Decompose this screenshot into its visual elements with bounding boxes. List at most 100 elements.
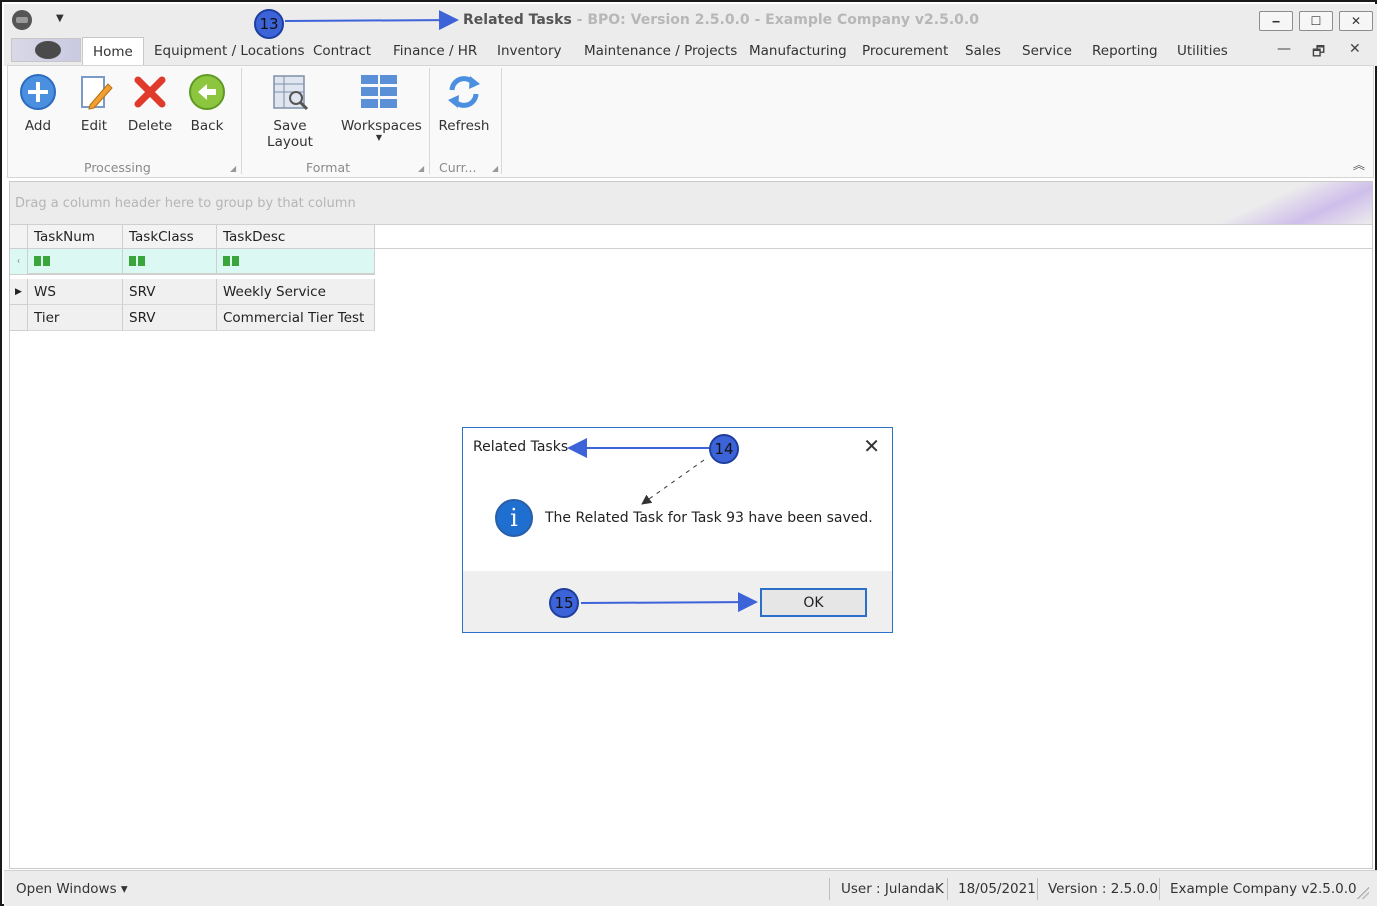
- maximize-button[interactable]: ☐: [1299, 11, 1333, 31]
- ribbon-tabs: Home Equipment / Locations Contract Fina…: [4, 36, 1377, 66]
- table-cell[interactable]: Weekly Service: [217, 279, 375, 305]
- current-dialog-launcher-icon[interactable]: ◢: [492, 164, 498, 173]
- ribbon-panel: Add Edit Delete Back Processing ◢ Save L…: [7, 65, 1374, 178]
- text-filter-icon: [222, 256, 242, 268]
- filter-cell-taskclass[interactable]: [123, 249, 217, 275]
- dialog-title: Related Tasks: [473, 439, 569, 455]
- dialog-message: The Related Task for Task 93 have been s…: [545, 510, 873, 526]
- window-title-sub: - BPO: Version 2.5.0.0 - Example Company…: [571, 12, 979, 28]
- mdi-minimize-button[interactable]: —: [1277, 41, 1291, 57]
- add-button[interactable]: Add: [18, 72, 58, 134]
- status-date: 18/05/2021: [958, 881, 1036, 897]
- status-separator: [1037, 878, 1038, 900]
- dialog-footer: OK: [463, 571, 892, 632]
- group-by-panel[interactable]: Drag a column header here to group by th…: [10, 182, 1372, 224]
- add-icon: [18, 72, 58, 112]
- open-windows-dropdown[interactable]: Open Windows ▾: [16, 881, 128, 897]
- group-by-hint: Drag a column header here to group by th…: [15, 196, 356, 211]
- mdi-close-button[interactable]: ✕: [1349, 41, 1361, 57]
- workspaces-label: Workspaces: [341, 118, 422, 134]
- workspaces-icon: [359, 72, 399, 112]
- refresh-icon: [444, 72, 484, 112]
- save-layout-button[interactable]: Save Layout: [250, 72, 330, 150]
- mdi-restore-button[interactable]: 🗗: [1312, 41, 1325, 65]
- quick-access-dropdown-icon[interactable]: ▼: [56, 13, 64, 24]
- tab-contract[interactable]: Contract: [313, 43, 371, 59]
- collapse-ribbon-icon[interactable]: ︽: [1353, 156, 1365, 173]
- format-dialog-launcher-icon[interactable]: ◢: [418, 164, 424, 173]
- info-icon: i: [495, 499, 533, 537]
- edit-icon: [74, 72, 114, 112]
- status-bar: Open Windows ▾ User : JulandaK 18/05/202…: [4, 870, 1377, 906]
- group-label-processing: Processing: [84, 160, 151, 175]
- processing-dialog-launcher-icon[interactable]: ◢: [230, 164, 236, 173]
- tab-inventory[interactable]: Inventory: [497, 43, 561, 59]
- delete-label: Delete: [127, 118, 173, 134]
- group-label-current: Curr...: [439, 160, 477, 175]
- group-separator: [429, 68, 430, 174]
- workspaces-button[interactable]: Workspaces ▼: [341, 72, 422, 142]
- column-header-taskclass[interactable]: TaskClass: [123, 225, 217, 249]
- delete-icon: [130, 72, 170, 112]
- refresh-label: Refresh: [438, 118, 490, 134]
- add-label: Add: [24, 118, 52, 134]
- table-cell[interactable]: Commercial Tier Test: [217, 305, 375, 331]
- app-menu-logo-icon: [35, 41, 61, 59]
- dialog-close-button[interactable]: ✕: [863, 434, 880, 458]
- tab-manufacturing[interactable]: Manufacturing: [749, 43, 847, 59]
- back-icon: [187, 72, 227, 112]
- tab-utilities[interactable]: Utilities: [1177, 43, 1228, 59]
- save-layout-icon: [270, 72, 310, 112]
- column-header-tasknum[interactable]: TaskNum: [28, 225, 123, 249]
- window-title-main: Related Tasks: [463, 12, 572, 28]
- text-filter-icon: [128, 256, 148, 268]
- title-bar: ▼ Related Tasks - BPO: Version 2.5.0.0 -…: [4, 4, 1377, 36]
- status-user: User : JulandaK: [841, 881, 944, 897]
- back-button[interactable]: Back: [187, 72, 227, 134]
- tab-sales[interactable]: Sales: [965, 43, 1001, 59]
- edit-button[interactable]: Edit: [74, 72, 114, 134]
- close-button[interactable]: ✕: [1339, 11, 1373, 31]
- tab-service[interactable]: Service: [1022, 43, 1072, 59]
- status-separator: [1159, 878, 1160, 900]
- status-separator: [947, 878, 948, 900]
- tab-procurement[interactable]: Procurement: [862, 43, 948, 59]
- tab-reporting[interactable]: Reporting: [1092, 43, 1158, 59]
- resize-grip-icon[interactable]: [1357, 887, 1369, 899]
- header-empty-area: [375, 225, 1372, 249]
- filter-cell-taskdesc[interactable]: [217, 249, 375, 275]
- table-cell[interactable]: SRV: [123, 279, 217, 305]
- annotation-badge-15: 15: [549, 588, 579, 618]
- tab-maintenance-projects[interactable]: Maintenance / Projects: [584, 43, 737, 59]
- status-company: Example Company v2.5.0.0: [1170, 881, 1357, 897]
- row-indicator-cell: [10, 305, 28, 331]
- annotation-badge-14: 14: [709, 434, 739, 464]
- delete-button[interactable]: Delete: [127, 72, 173, 134]
- application-window: ▼ Related Tasks - BPO: Version 2.5.0.0 -…: [0, 0, 1377, 906]
- window-title: Related Tasks - BPO: Version 2.5.0.0 - E…: [463, 12, 979, 28]
- table-cell[interactable]: SRV: [123, 305, 217, 331]
- ok-button[interactable]: OK: [760, 588, 867, 617]
- tab-finance-hr[interactable]: Finance / HR: [393, 43, 477, 59]
- annotation-badge-13: 13: [254, 9, 284, 39]
- message-dialog: Related Tasks ✕ i The Related Task for T…: [462, 427, 893, 633]
- tab-home[interactable]: Home: [82, 37, 144, 66]
- text-filter-icon: [33, 256, 53, 268]
- column-header-taskdesc[interactable]: TaskDesc: [217, 225, 375, 249]
- edit-label: Edit: [80, 118, 108, 134]
- table-cell[interactable]: WS: [28, 279, 123, 305]
- header-indicator-cell: [10, 225, 28, 249]
- tab-equipment-locations[interactable]: Equipment / Locations: [154, 43, 305, 59]
- back-label: Back: [190, 118, 224, 134]
- refresh-button[interactable]: Refresh: [438, 72, 490, 134]
- minimize-button[interactable]: ‒: [1259, 11, 1293, 31]
- filter-row-indicator-icon: ᚲ: [10, 249, 28, 275]
- table-cell[interactable]: Tier: [28, 305, 123, 331]
- group-panel-decoration: [1202, 182, 1372, 224]
- group-separator: [501, 68, 502, 174]
- application-menu-button[interactable]: [11, 38, 81, 62]
- group-separator: [241, 68, 242, 174]
- save-layout-label: Save Layout: [267, 118, 313, 150]
- filter-cell-tasknum[interactable]: [28, 249, 123, 275]
- app-logo-icon[interactable]: [12, 10, 32, 30]
